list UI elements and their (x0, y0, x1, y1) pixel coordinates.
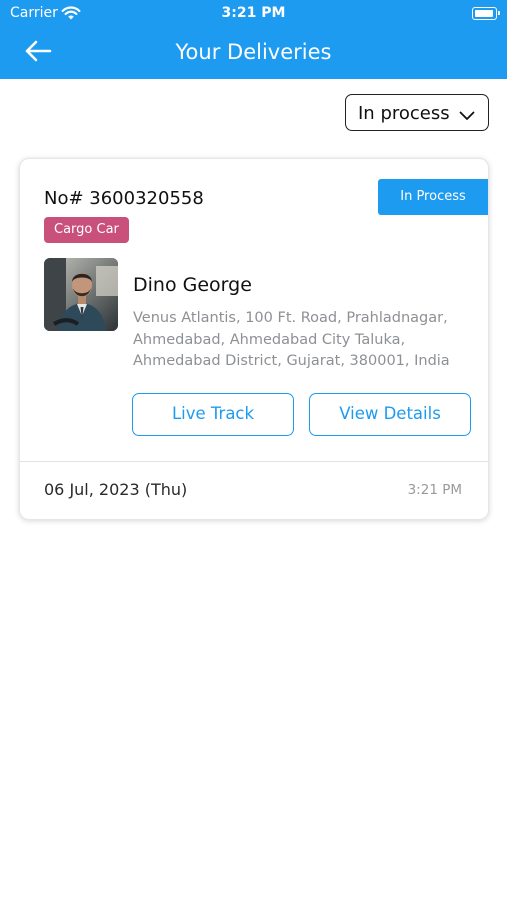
status-badge: In Process (378, 179, 488, 215)
delivery-card[interactable]: No# 3600320558 In Process Cargo Car Dino… (19, 158, 489, 520)
status-time: 3:21 PM (221, 5, 286, 21)
driver-name: Dino George (133, 274, 252, 296)
status-filter-dropdown[interactable]: In process (345, 94, 489, 131)
chevron-down-icon (459, 106, 475, 125)
vehicle-tag: Cargo Car (44, 217, 129, 243)
driver-avatar (44, 258, 118, 331)
divider (20, 461, 488, 462)
page-title: Your Deliveries (175, 40, 332, 64)
live-track-button[interactable]: Live Track (132, 393, 294, 436)
delivery-time: 3:21 PM (407, 482, 462, 498)
nav-bar: Your Deliveries (0, 28, 507, 79)
delivery-date: 06 Jul, 2023 (Thu) (44, 480, 188, 499)
view-details-button[interactable]: View Details (309, 393, 471, 436)
order-number: No# 3600320558 (44, 188, 204, 209)
battery-icon (472, 7, 500, 20)
app-header: Carrier 3:21 PM Your Deliveries (0, 0, 507, 79)
status-bar: Carrier 3:21 PM (0, 0, 507, 28)
filter-selected-value: In process (358, 103, 450, 124)
delivery-address: Venus Atlantis, 100 Ft. Road, Prahladnag… (133, 310, 450, 369)
